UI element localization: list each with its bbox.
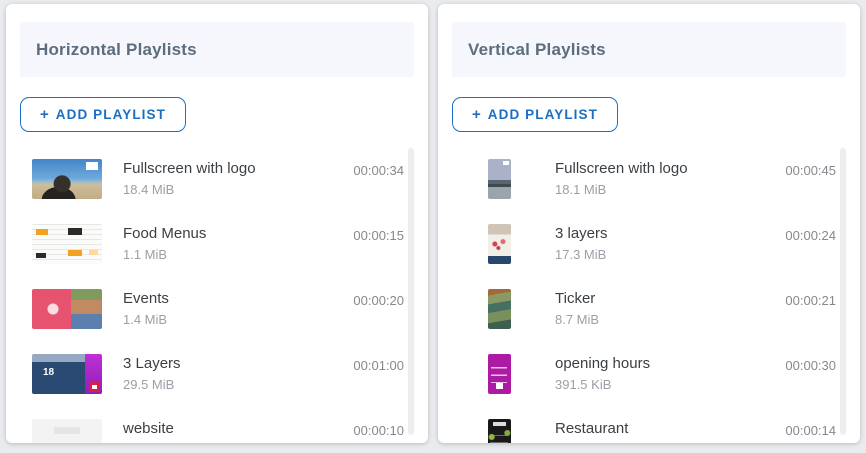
playlist-duration: 00:00:24 <box>785 226 836 245</box>
playlist-item[interactable]: Fullscreen with logo 18.4 MiB 00:00:34 <box>20 146 404 211</box>
playlist-item[interactable]: website 00:00:10 <box>20 406 404 443</box>
playlist-title: Restaurant <box>555 419 628 439</box>
playlist-size: 18.4 MiB <box>123 180 256 199</box>
playlist-duration: 00:00:15 <box>353 226 404 245</box>
weather-widget-thumbnail <box>32 354 102 394</box>
playlist-duration: 00:00:10 <box>353 421 404 440</box>
playlist-item[interactable]: Restaurant 00:00:14 <box>452 406 836 443</box>
playlist-duration: 00:00:30 <box>785 356 836 375</box>
playlist-title: Fullscreen with logo <box>123 159 256 179</box>
playlist-duration: 00:00:20 <box>353 291 404 310</box>
food-menu-thumbnail <box>32 224 102 264</box>
playlist-item[interactable]: Food Menus 1.1 MiB 00:00:15 <box>20 211 404 276</box>
playlist-duration: 00:00:21 <box>785 291 836 310</box>
playlist-size: 18.1 MiB <box>555 180 688 199</box>
beach-flowers-thumbnail <box>488 224 511 264</box>
playlist-title: website <box>123 419 174 439</box>
abstract-painting-thumbnail <box>488 289 511 329</box>
add-playlist-label: ADD PLAYLIST <box>488 107 598 122</box>
playlist-duration: 00:00:34 <box>353 161 404 180</box>
list-scrollbar[interactable] <box>408 148 414 435</box>
card-title: Vertical Playlists <box>468 40 606 60</box>
playlist-item[interactable]: 3 layers 17.3 MiB 00:00:24 <box>452 211 836 276</box>
plus-icon: + <box>472 106 481 123</box>
playlist-duration: 00:00:14 <box>785 421 836 440</box>
beach-photo-thumbnail <box>32 159 102 199</box>
playlist-size <box>555 440 628 444</box>
playlist-title: Fullscreen with logo <box>555 159 688 179</box>
playlist-size: 8.7 MiB <box>555 310 599 329</box>
add-playlist-button[interactable]: + ADD PLAYLIST <box>20 97 186 132</box>
dark-restaurant-menu-thumbnail <box>488 419 511 444</box>
playlist-title: Ticker <box>555 289 599 309</box>
playlist-size: 391.5 KiB <box>555 375 650 394</box>
playlist-title: Events <box>123 289 169 309</box>
playlist-item[interactable]: Events 1.4 MiB 00:00:20 <box>20 276 404 341</box>
playlist-list: Fullscreen with logo 18.4 MiB 00:00:34 F… <box>20 146 414 443</box>
gray-website-thumbnail <box>32 419 102 444</box>
add-playlist-label: ADD PLAYLIST <box>56 107 166 122</box>
playlist-title: 3 Layers <box>123 354 181 374</box>
card-title: Horizontal Playlists <box>36 40 197 60</box>
playlist-title: Food Menus <box>123 224 206 244</box>
horizontal-playlists-card: Horizontal Playlists + ADD PLAYLIST Full… <box>6 4 428 443</box>
playlist-size: 1.1 MiB <box>123 245 206 264</box>
playlist-duration: 00:01:00 <box>353 356 404 375</box>
playlist-title: 3 layers <box>555 224 608 244</box>
playlist-size: 29.5 MiB <box>123 375 181 394</box>
playlist-list: Fullscreen with logo 18.1 MiB 00:00:45 3… <box>452 146 846 443</box>
playlist-size: 17.3 MiB <box>555 245 608 264</box>
playlist-size <box>123 440 174 444</box>
playlist-title: opening hours <box>555 354 650 374</box>
playlist-duration: 00:00:45 <box>785 161 836 180</box>
vertical-playlists-card: Vertical Playlists + ADD PLAYLIST Fullsc… <box>438 4 860 443</box>
plus-icon: + <box>40 106 49 123</box>
mountain-lake-thumbnail <box>488 159 511 199</box>
add-playlist-button[interactable]: + ADD PLAYLIST <box>452 97 618 132</box>
playlist-size: 1.4 MiB <box>123 310 169 329</box>
pink-events-thumbnail <box>32 289 102 329</box>
playlist-item[interactable]: opening hours 391.5 KiB 00:00:30 <box>452 341 836 406</box>
card-header: Vertical Playlists <box>452 22 846 77</box>
card-header: Horizontal Playlists <box>20 22 414 77</box>
playlist-item[interactable]: Fullscreen with logo 18.1 MiB 00:00:45 <box>452 146 836 211</box>
playlist-item[interactable]: 3 Layers 29.5 MiB 00:01:00 <box>20 341 404 406</box>
purple-hours-thumbnail <box>488 354 511 394</box>
playlist-item[interactable]: Ticker 8.7 MiB 00:00:21 <box>452 276 836 341</box>
list-scrollbar[interactable] <box>840 148 846 435</box>
